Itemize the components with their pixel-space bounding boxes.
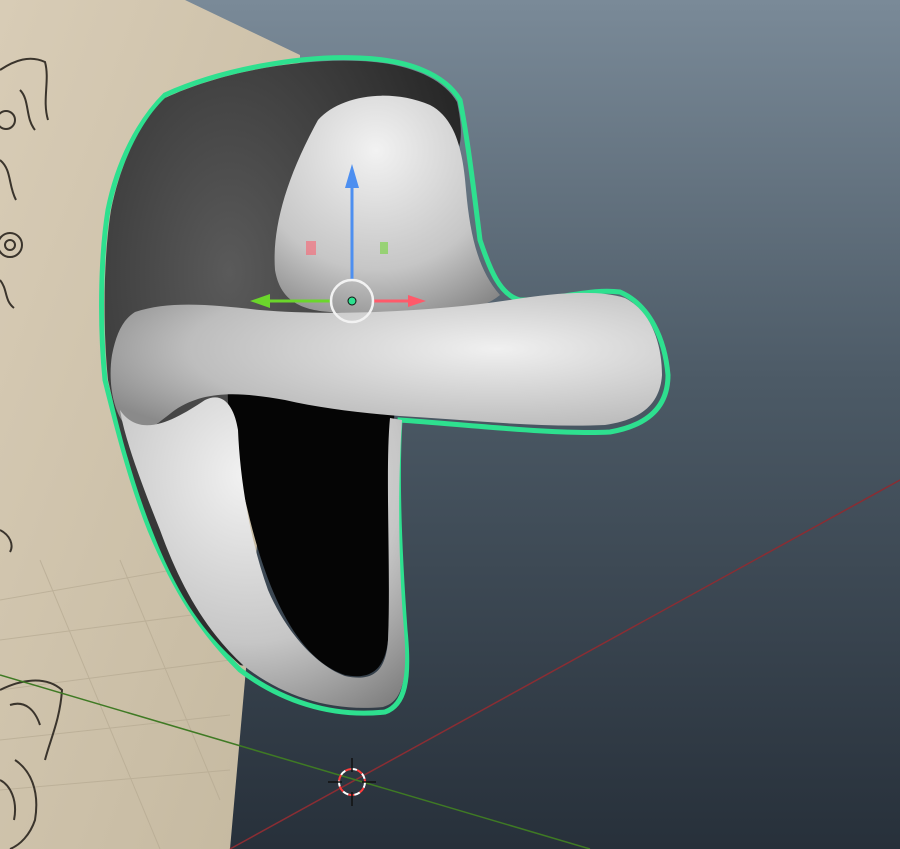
pivot-point-icon[interactable] xyxy=(347,296,357,306)
viewport-canvas[interactable] xyxy=(0,0,900,849)
gizmo-yz-plane-handle[interactable] xyxy=(380,242,388,254)
gizmo-xz-plane-handle[interactable] xyxy=(306,241,316,255)
3d-viewport[interactable] xyxy=(0,0,900,849)
